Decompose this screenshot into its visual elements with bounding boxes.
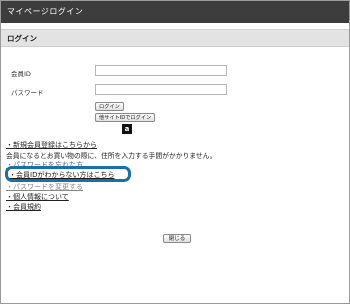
login-window: マイページログイン ログイン 会員ID パスワード ログイン 他サイトIDでログ… bbox=[0, 0, 350, 304]
highlight-ring bbox=[5, 166, 131, 182]
password-input[interactable] bbox=[95, 84, 227, 95]
password-change-link[interactable]: ・パスワードを変更する bbox=[6, 182, 83, 192]
member-id-label: 会員ID bbox=[11, 70, 31, 78]
personal-info-link[interactable]: ・個人情報について bbox=[6, 192, 69, 202]
terms-link[interactable]: ・会員規約 bbox=[6, 202, 41, 212]
other-site-login-button[interactable]: 他サイトIDでログイン bbox=[95, 113, 156, 122]
login-button[interactable]: ログイン bbox=[95, 102, 124, 111]
password-label: パスワード bbox=[11, 89, 44, 97]
registration-note: 会員になるとお買い物の際に、住所を入力する手間がかかりません。 bbox=[6, 152, 217, 160]
window-title: マイページログイン bbox=[1, 1, 349, 23]
amazon-icon[interactable]: a bbox=[122, 124, 132, 134]
login-section-header: ログイン bbox=[1, 29, 349, 47]
member-id-input[interactable] bbox=[95, 65, 227, 76]
close-button[interactable]: 閉じる bbox=[163, 234, 191, 243]
new-registration-link[interactable]: ・新規会員登録はこちらから bbox=[6, 140, 97, 150]
